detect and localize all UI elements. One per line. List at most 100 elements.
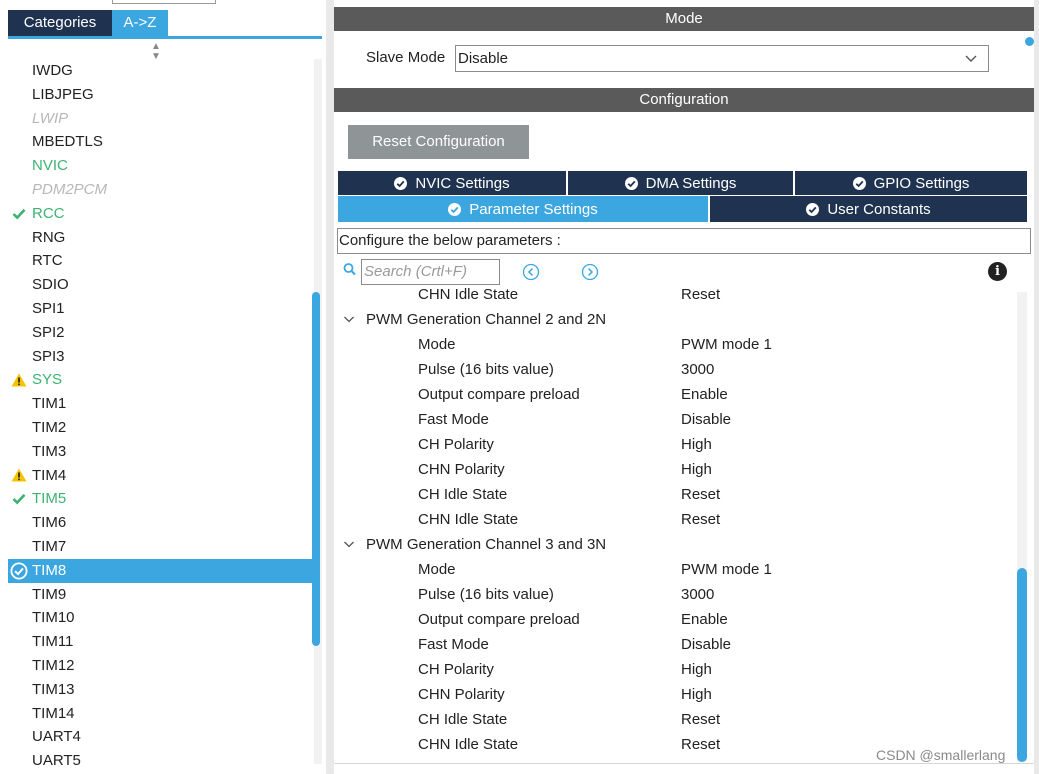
- reset-configuration-button[interactable]: Reset Configuration: [348, 125, 529, 159]
- tab-user-constants[interactable]: User Constants: [710, 196, 1027, 222]
- peripheral-item-label: TIM13: [32, 680, 75, 698]
- param-row[interactable]: CHN Polarity High: [337, 457, 1017, 482]
- param-value[interactable]: Reset: [681, 732, 720, 757]
- param-value[interactable]: Enable: [681, 382, 728, 407]
- peripheral-item-label: TIM5: [32, 490, 67, 508]
- peripheral-item-uart4[interactable]: UART4: [8, 725, 314, 749]
- mode-header: Mode: [334, 7, 1034, 31]
- param-row[interactable]: CH Polarity High: [337, 657, 1017, 682]
- param-name: CHN Polarity: [418, 461, 505, 478]
- param-value[interactable]: PWM mode 1: [681, 557, 772, 582]
- search-field-stub[interactable]: [112, 0, 216, 4]
- param-value[interactable]: High: [681, 457, 712, 482]
- param-row[interactable]: CHN Polarity High: [337, 682, 1017, 707]
- peripheral-item-tim4[interactable]: TIM4: [8, 464, 314, 488]
- search-next-icon[interactable]: [581, 263, 599, 281]
- peripheral-item-uart5[interactable]: UART5: [8, 749, 314, 773]
- param-row[interactable]: CH Idle State Reset: [337, 707, 1017, 732]
- param-name: CH Polarity: [418, 436, 494, 453]
- outer-scrollbar[interactable]: [1034, 0, 1039, 774]
- param-row[interactable]: Output compare preload Enable: [337, 382, 1017, 407]
- peripheral-item-spi1[interactable]: SPI1: [8, 297, 314, 321]
- param-row[interactable]: Pulse (16 bits value) 3000: [337, 582, 1017, 607]
- param-value[interactable]: PWM mode 1: [681, 332, 772, 357]
- peripheral-item-spi2[interactable]: SPI2: [8, 321, 314, 345]
- peripheral-item-tim3[interactable]: TIM3: [8, 440, 314, 464]
- peripheral-item-libjpeg[interactable]: LIBJPEG: [8, 83, 314, 107]
- peripheral-item-label: SPI2: [32, 323, 65, 341]
- peripheral-item-tim2[interactable]: TIM2: [8, 416, 314, 440]
- param-name: Pulse (16 bits value): [418, 586, 554, 603]
- peripheral-item-tim7[interactable]: TIM7: [8, 535, 314, 559]
- param-search-input[interactable]: Search (Crtl+F): [361, 259, 500, 285]
- param-row[interactable]: Fast Mode Disable: [337, 632, 1017, 657]
- peripheral-item-tim9[interactable]: TIM9: [8, 583, 314, 607]
- param-value[interactable]: High: [681, 682, 712, 707]
- param-row[interactable]: Mode PWM mode 1: [337, 557, 1017, 582]
- peripheral-item-pdm2pcm[interactable]: PDM2PCM: [8, 178, 314, 202]
- param-row[interactable]: Pulse (16 bits value) 3000: [337, 357, 1017, 382]
- peripheral-item-iwdg[interactable]: IWDG: [8, 59, 314, 83]
- peripheral-item-tim5[interactable]: TIM5: [8, 487, 314, 511]
- panel-divider[interactable]: [326, 0, 334, 774]
- param-value[interactable]: Reset: [681, 287, 720, 307]
- peripheral-item-tim12[interactable]: TIM12: [8, 654, 314, 678]
- peripheral-item-lwip[interactable]: LWIP: [8, 107, 314, 131]
- peripheral-item-tim14[interactable]: TIM14: [8, 702, 314, 726]
- param-row[interactable]: Output compare preload Enable: [337, 607, 1017, 632]
- param-row[interactable]: Fast Mode Disable: [337, 407, 1017, 432]
- tab-dma-settings[interactable]: DMA Settings: [568, 171, 793, 195]
- configure-description: Configure the below parameters :: [337, 228, 1031, 254]
- slave-mode-label: Slave Mode: [366, 49, 446, 66]
- peripheral-item-sys[interactable]: SYS: [8, 368, 314, 392]
- search-previous-icon[interactable]: [522, 263, 540, 281]
- slave-mode-select[interactable]: Disable: [455, 45, 989, 72]
- peripheral-item-tim10[interactable]: TIM10: [8, 606, 314, 630]
- param-value[interactable]: 3000: [681, 582, 714, 607]
- peripheral-item-tim8[interactable]: TIM8: [8, 558, 314, 583]
- params-scrollbar-thumb[interactable]: [1017, 568, 1027, 762]
- peripheral-item-nvic[interactable]: NVIC: [8, 154, 314, 178]
- tab-parameter-settings[interactable]: Parameter Settings: [338, 196, 708, 222]
- peripheral-item-rtc[interactable]: RTC: [8, 249, 314, 273]
- peripheral-item-label: SPI3: [32, 347, 65, 365]
- peripheral-item-spi3[interactable]: SPI3: [8, 345, 314, 369]
- tab-nvic-settings[interactable]: NVIC Settings: [338, 171, 566, 195]
- param-value[interactable]: 3000: [681, 357, 714, 382]
- tab-gpio-settings[interactable]: GPIO Settings: [795, 171, 1027, 195]
- param-row[interactable]: CHN Idle State Reset: [337, 507, 1017, 532]
- peripheral-item-rcc[interactable]: RCC: [8, 202, 314, 226]
- param-row[interactable]: CH Idle State Reset: [337, 482, 1017, 507]
- param-value[interactable]: Reset: [681, 707, 720, 732]
- param-value[interactable]: High: [681, 432, 712, 457]
- peripheral-item-rng[interactable]: RNG: [8, 226, 314, 250]
- peripheral-item-mbedtls[interactable]: MBEDTLS: [8, 130, 314, 154]
- tab-label: User Constants: [827, 200, 931, 218]
- param-value[interactable]: Disable: [681, 407, 731, 432]
- peripheral-item-tim1[interactable]: TIM1: [8, 392, 314, 416]
- param-value[interactable]: Reset: [681, 482, 720, 507]
- peripheral-item-label: RNG: [32, 228, 66, 246]
- peripheral-item-tim6[interactable]: TIM6: [8, 511, 314, 535]
- param-name: CH Idle State: [418, 711, 508, 728]
- peripheral-item-tim13[interactable]: TIM13: [8, 678, 314, 702]
- param-group-header[interactable]: PWM Generation Channel 3 and 3N: [337, 532, 1017, 557]
- param-row[interactable]: Mode PWM mode 1: [337, 332, 1017, 357]
- param-row[interactable]: CH Polarity High: [337, 432, 1017, 457]
- param-group-header[interactable]: PWM Generation Channel 2 and 2N: [337, 307, 1017, 332]
- tab-a-z[interactable]: A->Z: [112, 10, 168, 36]
- info-icon[interactable]: i: [988, 262, 1007, 281]
- param-row[interactable]: CHN Idle State Reset: [337, 287, 1017, 307]
- search-icon: [343, 262, 357, 282]
- warning-icon: [10, 368, 28, 392]
- param-group-title: PWM Generation Channel 2 and 2N: [366, 311, 607, 328]
- param-value[interactable]: Enable: [681, 607, 728, 632]
- peripheral-item-tim11[interactable]: TIM11: [8, 630, 314, 654]
- tab-categories[interactable]: Categories: [8, 10, 112, 36]
- peripheral-item-sdio[interactable]: SDIO: [8, 273, 314, 297]
- param-value[interactable]: Reset: [681, 507, 720, 532]
- param-value[interactable]: High: [681, 657, 712, 682]
- list-scrollbar-thumb[interactable]: [312, 292, 320, 646]
- param-value[interactable]: Disable: [681, 632, 731, 657]
- slave-mode-value: Disable: [458, 50, 509, 67]
